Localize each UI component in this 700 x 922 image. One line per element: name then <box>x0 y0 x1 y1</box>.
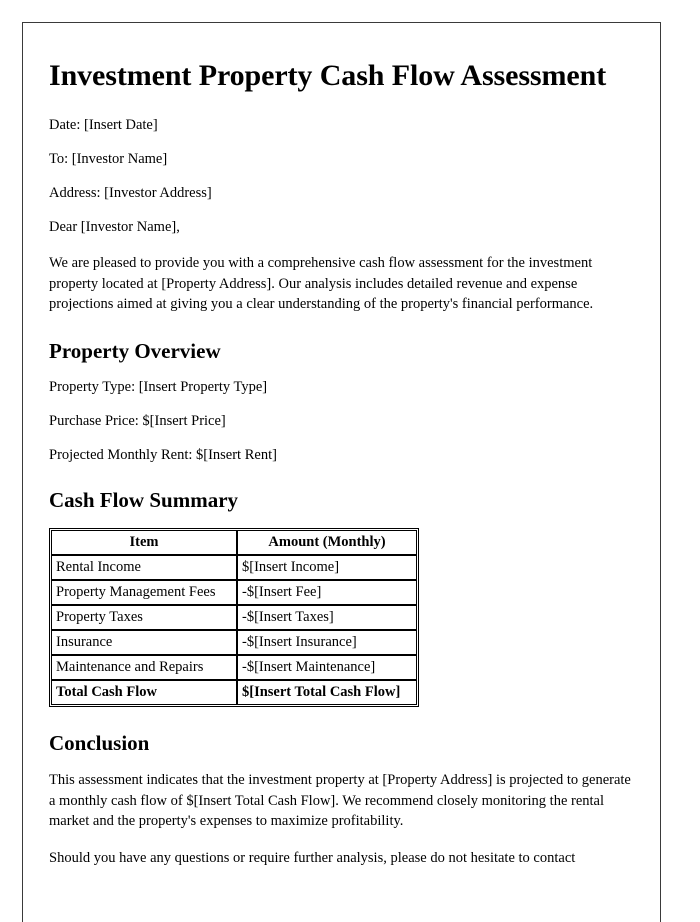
cell-item-total: Total Cash Flow <box>51 679 237 705</box>
projected-monthly-rent-line: Projected Monthly Rent: $[Insert Rent] <box>49 446 277 463</box>
cell-item: Maintenance and Repairs <box>51 654 237 680</box>
cell-amount: -$[Insert Maintenance] <box>237 654 417 680</box>
table-row-total: Total Cash Flow $[Insert Total Cash Flow… <box>51 679 417 705</box>
cash-flow-summary-table: Item Amount (Monthly) Rental Income $[In… <box>49 527 419 707</box>
cell-amount: -$[Insert Taxes] <box>237 604 417 630</box>
property-type-line: Property Type: [Insert Property Type] <box>49 378 268 395</box>
section-heading-conclusion: Conclusion <box>49 730 150 755</box>
date-line: Date: [Insert Date] <box>49 116 158 133</box>
table-header-row: Item Amount (Monthly) <box>51 529 417 555</box>
table-row: Insurance -$[Insert Insurance] <box>51 629 417 655</box>
column-header-amount: Amount (Monthly) <box>237 529 417 555</box>
cell-item: Property Management Fees <box>51 579 237 605</box>
column-header-item: Item <box>51 529 237 555</box>
section-heading-cash-flow-summary: Cash Flow Summary <box>49 487 239 512</box>
document-page: Investment Property Cash Flow Assessment… <box>22 22 661 922</box>
section-heading-property-overview: Property Overview <box>49 338 221 363</box>
cell-amount: -$[Insert Insurance] <box>237 629 417 655</box>
conclusion-paragraph-2: Should you have any questions or require… <box>49 849 576 866</box>
intro-paragraph: We are pleased to provide you with a com… <box>49 255 594 313</box>
purchase-price-line: Purchase Price: $[Insert Price] <box>49 412 226 429</box>
cell-amount: -$[Insert Fee] <box>237 579 417 605</box>
page-title: Investment Property Cash Flow Assessment <box>49 59 607 92</box>
cell-amount-total: $[Insert Total Cash Flow] <box>237 679 417 705</box>
address-line: Address: [Investor Address] <box>49 185 212 202</box>
recipient-line: To: [Investor Name] <box>49 150 168 167</box>
cell-amount: $[Insert Income] <box>237 554 417 580</box>
cell-item: Rental Income <box>51 554 237 580</box>
table-row: Property Taxes -$[Insert Taxes] <box>51 604 417 630</box>
document-body: Investment Property Cash Flow Assessment… <box>23 23 660 868</box>
cell-item: Insurance <box>51 629 237 655</box>
table-row: Maintenance and Repairs -$[Insert Mainte… <box>51 654 417 680</box>
cell-item: Property Taxes <box>51 604 237 630</box>
salutation-line: Dear [Investor Name], <box>49 219 180 236</box>
conclusion-paragraph-1: This assessment indicates that the inves… <box>49 772 631 830</box>
table-row: Property Management Fees -$[Insert Fee] <box>51 579 417 605</box>
table-row: Rental Income $[Insert Income] <box>51 554 417 580</box>
